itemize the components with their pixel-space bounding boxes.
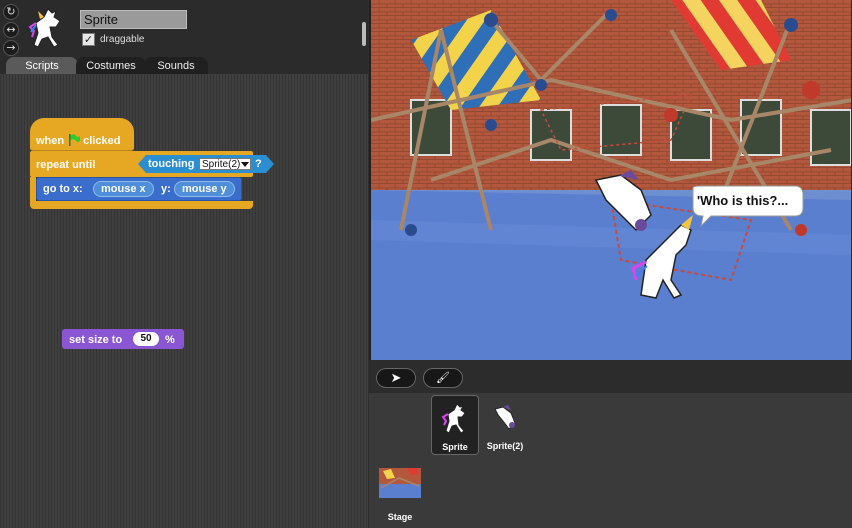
set-size-block[interactable]: set size to 50 %: [62, 329, 184, 349]
paint-new-sprite-button[interactable]: 🖌: [423, 368, 463, 388]
corral-sprite-name: Sprite: [442, 442, 468, 452]
stage-tile[interactable]: Stage: [378, 466, 422, 524]
mouse-x-reporter[interactable]: mouse x: [93, 181, 154, 197]
stage-tile-label: Stage: [387, 512, 413, 522]
snap-editor: ↻ ↔ → Sprite ✓ draggable Scripts Costume…: [0, 0, 852, 528]
tab-scripts[interactable]: Scripts: [6, 57, 78, 74]
left-pane: ↻ ↔ → Sprite ✓ draggable Scripts Costume…: [0, 0, 368, 528]
sprite-bar: ↻ ↔ → Sprite ✓ draggable Scripts Costume…: [0, 0, 368, 74]
hat-clicked-label: clicked: [83, 135, 121, 147]
corral-sprite-tile[interactable]: Sprite: [431, 395, 479, 455]
repeat-until-block[interactable]: repeat until touching Sprite(2) ?: [30, 151, 253, 177]
unicorn-flipped-icon: [494, 405, 516, 430]
touching-target-dropdown[interactable]: Sprite(2): [199, 158, 251, 170]
y-label: y:: [161, 183, 171, 195]
editor-tabs: Scripts Costumes Sounds: [0, 57, 368, 74]
tab-costumes[interactable]: Costumes: [76, 57, 146, 74]
sprite-corral: Sprite Sprite(2): [369, 393, 852, 528]
rotate-flip-button[interactable]: ↔: [3, 22, 19, 38]
draggable-label: draggable: [100, 34, 145, 45]
stage-backdrop-playground: [371, 0, 851, 360]
rotate-none-button[interactable]: →: [3, 40, 19, 56]
go-to-xy-block[interactable]: go to x: mouse x y: mouse y: [36, 177, 242, 201]
touching-label: touching: [148, 158, 195, 170]
corral-toolbar: ➤ 🖌: [369, 360, 852, 393]
when-flag-clicked-block[interactable]: when clicked: [30, 118, 134, 151]
unicorn-icon: [441, 403, 466, 434]
hat-when-label: when: [36, 135, 65, 147]
chevron-down-icon: [241, 162, 249, 167]
rotate-any-button[interactable]: ↻: [3, 4, 19, 20]
speech-bubble-text: 'Who is this?...: [697, 193, 789, 208]
green-flag-icon: [69, 134, 81, 146]
tab-sounds[interactable]: Sounds: [144, 57, 208, 74]
repeat-c-bottom: [30, 201, 253, 209]
corral-sprite2-name: Sprite(2): [486, 441, 524, 451]
sprite-name-input[interactable]: Sprite: [80, 10, 187, 29]
size-value-input[interactable]: 50: [133, 332, 159, 346]
new-turtle-sprite-button[interactable]: ➤: [376, 368, 416, 388]
question-label: ?: [255, 158, 262, 170]
draggable-checkbox[interactable]: ✓: [82, 33, 95, 46]
corral-sprite2-tile[interactable]: Sprite(2): [481, 395, 529, 455]
stage[interactable]: 'Who is this?...: [369, 0, 851, 360]
pane-resize-handle[interactable]: [362, 22, 366, 46]
touching-predicate[interactable]: touching Sprite(2) ?: [138, 155, 274, 173]
repeat-until-label: repeat until: [36, 159, 96, 171]
go-to-x-label: go to x:: [43, 183, 83, 195]
percent-label: %: [165, 334, 175, 346]
sprite-thumbnail-icon: [28, 8, 61, 48]
mouse-y-reporter[interactable]: mouse y: [174, 181, 235, 197]
touching-target-value: Sprite(2): [202, 159, 241, 170]
set-size-label: set size to: [69, 334, 123, 346]
stage-thumbnail-icon: [379, 468, 421, 498]
